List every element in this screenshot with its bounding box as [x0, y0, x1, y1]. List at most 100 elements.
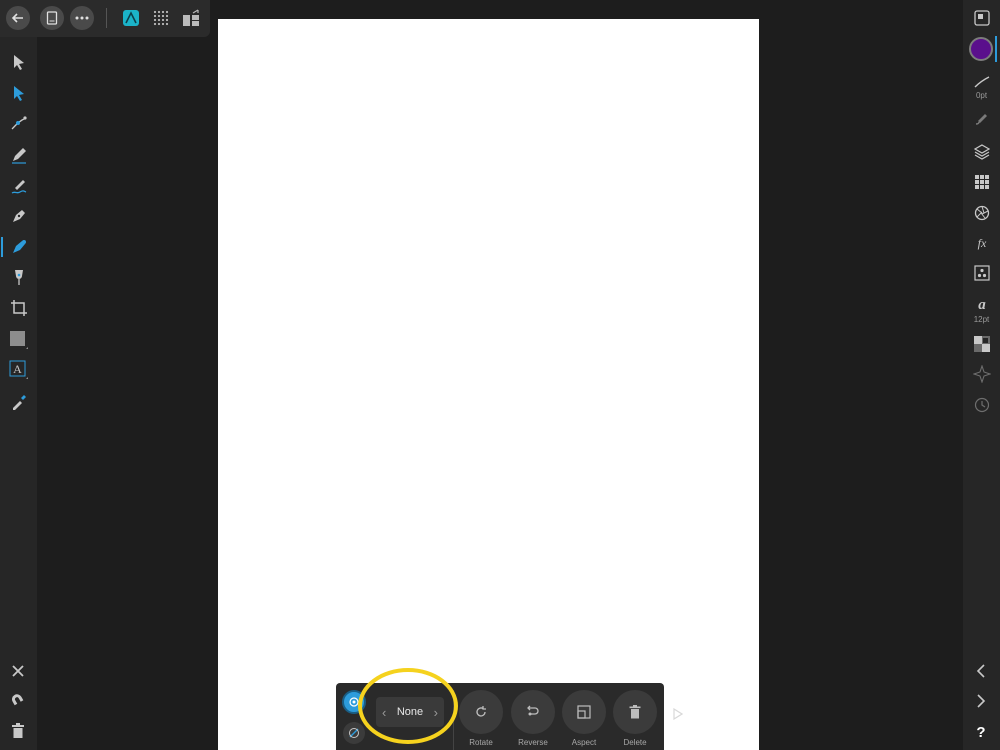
stroke-mode-button[interactable]	[343, 722, 365, 744]
text-icon: A	[9, 360, 28, 379]
rectangle-tool[interactable]	[6, 327, 32, 353]
history-button[interactable]	[969, 393, 995, 417]
pencil-tool[interactable]	[6, 142, 32, 168]
swatches-button[interactable]	[969, 170, 995, 194]
node-tool[interactable]	[6, 80, 32, 106]
redo-button[interactable]	[969, 690, 993, 712]
toolbar-divider	[106, 8, 107, 28]
trash-button[interactable]	[6, 720, 30, 742]
stroke-icon	[974, 76, 990, 88]
svg-text:a: a	[978, 297, 986, 312]
vector-brush-icon	[11, 180, 27, 194]
magnet-icon	[12, 694, 24, 706]
chevron-left-icon	[976, 664, 985, 678]
pixel-persona-button[interactable]	[150, 7, 172, 29]
reverse-button[interactable]	[511, 690, 555, 734]
corner-tool[interactable]	[6, 110, 32, 136]
back-button[interactable]	[6, 6, 30, 30]
gradient-line-icon	[349, 728, 359, 738]
svg-text:fx: fx	[978, 236, 987, 250]
checkerboard-icon	[974, 336, 990, 352]
node-arrow-icon	[14, 86, 24, 101]
document-icon	[46, 11, 58, 25]
fill-tool[interactable]	[1, 234, 32, 260]
brushes-button[interactable]	[969, 106, 995, 130]
aspect-button[interactable]	[562, 690, 606, 734]
transparency-tool[interactable]	[6, 265, 32, 291]
rotate-icon	[476, 706, 486, 717]
undo-button[interactable]	[969, 660, 993, 682]
corner-icon	[11, 116, 27, 130]
navigator-icon	[974, 10, 990, 26]
play-icon	[673, 708, 683, 720]
layers-button[interactable]	[969, 140, 995, 164]
layers-icon	[974, 144, 990, 160]
pixel-persona-icon	[153, 10, 169, 26]
text-tool[interactable]: A	[6, 357, 32, 383]
svg-text:A: A	[13, 362, 22, 376]
fill-icon	[13, 240, 26, 253]
pen-tool[interactable]	[6, 203, 32, 229]
text-styles-button[interactable]: a	[969, 292, 995, 316]
chevron-right-icon[interactable]: ›	[434, 706, 438, 719]
styles-icon	[974, 265, 990, 281]
more-button[interactable]	[70, 6, 94, 30]
color-picker-tool[interactable]	[6, 389, 32, 415]
ellipsis-icon	[75, 16, 89, 20]
pencil-icon	[12, 148, 26, 164]
tools-panel: A	[0, 37, 37, 750]
clock-icon	[974, 397, 990, 413]
document-page[interactable]	[218, 19, 759, 750]
fill-color-swatch[interactable]	[969, 37, 993, 61]
font-size-label: 12pt	[973, 315, 990, 324]
transparency-panel-button[interactable]	[969, 332, 995, 356]
crop-icon	[11, 300, 27, 316]
grid-icon	[975, 175, 989, 189]
move-tool[interactable]	[6, 49, 32, 75]
close-icon	[12, 665, 24, 677]
fx-icon: fx	[978, 236, 987, 250]
swatch-indicator	[995, 36, 997, 62]
export-persona-button[interactable]	[180, 7, 202, 29]
crop-tool[interactable]	[6, 295, 32, 321]
chevron-right-icon	[977, 694, 986, 708]
stepper-value: None	[396, 706, 424, 718]
studio-panel: 0pt fx a 12pt	[963, 0, 1000, 750]
star-compass-icon	[973, 365, 991, 383]
type-stepper[interactable]: ‹ None ›	[376, 697, 444, 727]
brush-icon	[975, 114, 987, 125]
export-persona-icon	[183, 9, 199, 26]
fill-mode-button[interactable]	[342, 690, 366, 714]
expand-toolbar-button[interactable]	[670, 705, 686, 723]
navigator-button[interactable]	[969, 6, 995, 30]
trash-icon	[629, 705, 641, 719]
snapping-button[interactable]	[6, 690, 30, 712]
eyedropper-icon	[13, 395, 26, 410]
close-button[interactable]	[6, 660, 30, 682]
wine-glass-icon	[15, 270, 23, 285]
top-toolbar	[0, 0, 210, 37]
font-icon: a	[978, 297, 986, 312]
rotate-label: Rotate	[469, 738, 493, 747]
arrow-left-icon	[11, 13, 23, 23]
delete-button[interactable]	[613, 690, 657, 734]
delete-label: Delete	[623, 738, 647, 747]
rectangle-icon	[10, 331, 28, 349]
rotate-button[interactable]	[459, 690, 503, 734]
document-button[interactable]	[40, 6, 64, 30]
stroke-width-label: 0pt	[975, 91, 988, 100]
vector-brush-tool[interactable]	[6, 173, 32, 199]
pen-nib-icon	[13, 210, 25, 222]
styles-button[interactable]	[969, 261, 995, 285]
adjustments-button[interactable]	[969, 201, 995, 225]
trash-icon	[12, 723, 24, 738]
move-arrow-icon	[14, 55, 24, 70]
effects-button[interactable]: fx	[969, 231, 995, 255]
help-button[interactable]: ?	[969, 721, 993, 743]
designer-persona-button[interactable]	[120, 7, 142, 29]
designer-persona-icon	[123, 10, 139, 26]
aperture-icon	[974, 205, 990, 221]
transform-button[interactable]	[969, 362, 995, 386]
chevron-left-icon[interactable]: ‹	[382, 706, 386, 719]
reverse-icon	[527, 705, 539, 716]
